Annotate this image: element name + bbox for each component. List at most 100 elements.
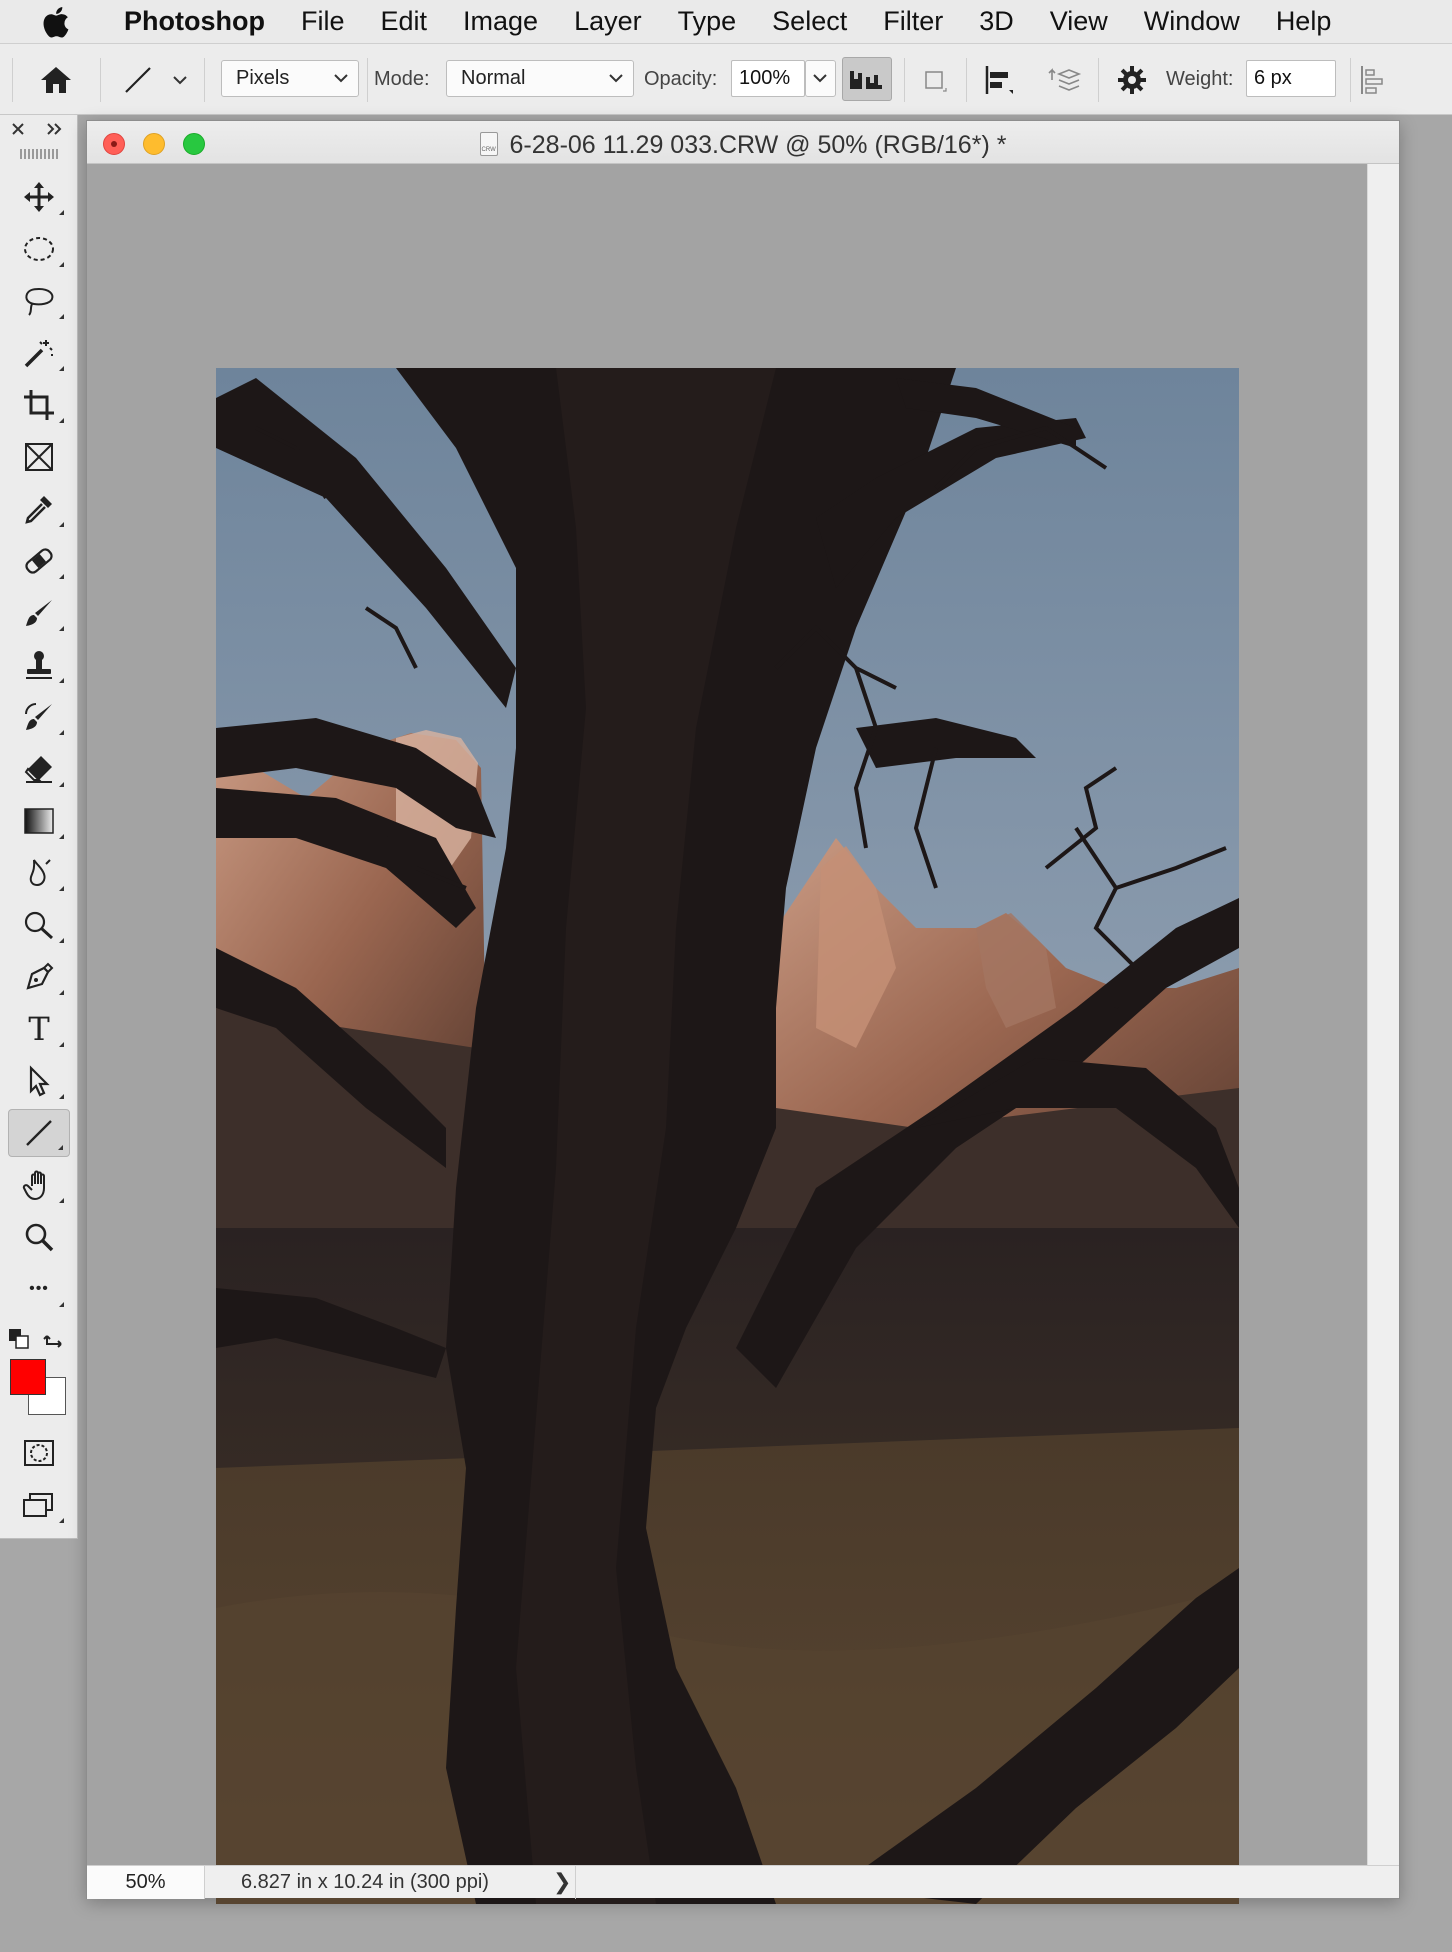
frame-icon xyxy=(25,443,53,471)
path-alignment-icon[interactable] xyxy=(980,62,1020,98)
frame-tool[interactable] xyxy=(8,433,70,481)
path-selection-tool[interactable] xyxy=(8,1057,70,1105)
gradient-icon xyxy=(24,808,54,834)
panel-grip[interactable] xyxy=(20,149,58,159)
divider xyxy=(1098,58,1099,102)
expand-panel-icon[interactable] xyxy=(46,121,64,137)
canvas-area[interactable] xyxy=(87,164,1367,1904)
document-title-bar[interactable]: CRW 6-28-06 11.29 033.CRW @ 50% (RGB/16*)… xyxy=(87,121,1399,164)
tools-panel-header xyxy=(0,115,78,141)
blur-tool[interactable] xyxy=(8,849,70,897)
swap-colors-icon[interactable] xyxy=(42,1327,66,1351)
opacity-field[interactable]: 100% xyxy=(731,60,805,97)
menu-edit[interactable]: Edit xyxy=(363,6,446,37)
tool-mode-select[interactable]: Pixels xyxy=(221,60,359,97)
menu-view[interactable]: View xyxy=(1032,6,1126,37)
hand-tool[interactable] xyxy=(8,1161,70,1209)
pen-icon xyxy=(26,962,54,990)
close-icon[interactable] xyxy=(10,121,26,137)
divider xyxy=(1350,58,1351,102)
weight-label: Weight: xyxy=(1166,68,1234,90)
menu-3d[interactable]: 3D xyxy=(961,6,1032,37)
eraser-tool[interactable] xyxy=(8,745,70,793)
document-window: CRW 6-28-06 11.29 033.CRW @ 50% (RGB/16*)… xyxy=(86,120,1400,1904)
document-image[interactable] xyxy=(216,368,1239,1904)
menu-app-name[interactable]: Photoshop xyxy=(106,6,283,37)
zoom-tool[interactable] xyxy=(8,1213,70,1261)
quick-mask-icon xyxy=(24,1440,54,1466)
options-bar: Pixels Mode: Normal Opacity: 100% Weight… xyxy=(0,44,1452,115)
divider xyxy=(204,58,205,102)
tools-panel: T ••• xyxy=(0,115,78,1539)
divider xyxy=(575,1866,576,1899)
menu-layer[interactable]: Layer xyxy=(556,6,660,37)
shape-stroke-icon[interactable] xyxy=(918,64,950,96)
tool-preset-line-icon[interactable] xyxy=(120,62,156,98)
arrow-icon xyxy=(29,1065,50,1097)
gradient-tool[interactable] xyxy=(8,797,70,845)
move-tool[interactable] xyxy=(8,173,70,221)
crop-icon xyxy=(24,390,54,420)
crop-tool[interactable] xyxy=(8,381,70,429)
type-icon: T xyxy=(28,1010,50,1048)
anti-alias-icon[interactable] xyxy=(842,57,892,101)
brush-tool[interactable] xyxy=(8,589,70,637)
divider xyxy=(100,58,101,102)
divider xyxy=(966,58,967,102)
lasso-tool[interactable] xyxy=(8,277,70,325)
ellipsis-icon: ••• xyxy=(29,1280,49,1297)
more-tools[interactable]: ••• xyxy=(8,1265,70,1313)
apple-menu-icon[interactable] xyxy=(40,6,80,38)
stamp-icon xyxy=(26,651,52,679)
marquee-tool[interactable] xyxy=(8,225,70,273)
marquee-icon xyxy=(24,237,54,261)
gear-icon[interactable] xyxy=(1112,62,1152,98)
menu-help[interactable]: Help xyxy=(1258,6,1350,37)
dodge-tool[interactable] xyxy=(8,901,70,949)
menu-select[interactable]: Select xyxy=(754,6,865,37)
weight-field[interactable]: 6 px xyxy=(1246,60,1336,97)
status-menu-chevron-icon[interactable]: ❯ xyxy=(553,1866,571,1899)
menu-filter[interactable]: Filter xyxy=(865,6,961,37)
document-title-text: 6-28-06 11.29 033.CRW @ 50% (RGB/16*) * xyxy=(509,131,1007,159)
line-icon xyxy=(26,1120,52,1146)
align-edges-icon[interactable] xyxy=(1356,62,1392,98)
vertical-scrollbar[interactable] xyxy=(1367,164,1399,1866)
menu-bar: Photoshop File Edit Image Layer Type Sel… xyxy=(0,0,1452,44)
clone-stamp-tool[interactable] xyxy=(8,641,70,689)
screen-mode-button[interactable] xyxy=(8,1481,70,1529)
pen-tool[interactable] xyxy=(8,953,70,1001)
quick-mask-button[interactable] xyxy=(8,1429,70,1477)
eyedropper-icon xyxy=(25,496,52,524)
blend-mode-value: Normal xyxy=(461,67,526,89)
path-arrangement-icon[interactable] xyxy=(1044,62,1084,98)
healing-brush-tool[interactable] xyxy=(8,537,70,585)
type-tool[interactable]: T xyxy=(8,1005,70,1053)
menu-type[interactable]: Type xyxy=(660,6,755,37)
brush-icon xyxy=(26,600,52,626)
screen-mode-icon xyxy=(23,1493,53,1517)
dodge-icon xyxy=(24,911,54,940)
menu-file[interactable]: File xyxy=(283,6,363,37)
menu-image[interactable]: Image xyxy=(445,6,556,37)
lasso-icon xyxy=(25,287,54,316)
foreground-color-swatch[interactable] xyxy=(10,1359,46,1395)
home-icon[interactable] xyxy=(36,62,76,98)
eyedropper-tool[interactable] xyxy=(8,485,70,533)
chevron-down-icon xyxy=(609,74,623,83)
blend-mode-select[interactable]: Normal xyxy=(446,60,634,97)
magic-wand-tool[interactable] xyxy=(8,329,70,377)
opacity-label: Opacity: xyxy=(644,68,718,90)
menu-window[interactable]: Window xyxy=(1126,6,1258,37)
zoom-level-field[interactable]: 50% xyxy=(87,1866,205,1899)
tool-mode-value: Pixels xyxy=(236,67,290,89)
default-colors-icon[interactable] xyxy=(8,1328,30,1350)
hand-icon xyxy=(22,1170,45,1201)
file-badge: CRW xyxy=(481,147,496,153)
magic-wand-icon xyxy=(24,340,53,368)
line-tool[interactable] xyxy=(8,1109,70,1157)
history-brush-tool[interactable] xyxy=(8,693,70,741)
mode-label: Mode: xyxy=(374,68,430,90)
tool-preset-chevron-down-icon[interactable] xyxy=(170,70,190,90)
opacity-dropdown[interactable] xyxy=(805,60,836,97)
